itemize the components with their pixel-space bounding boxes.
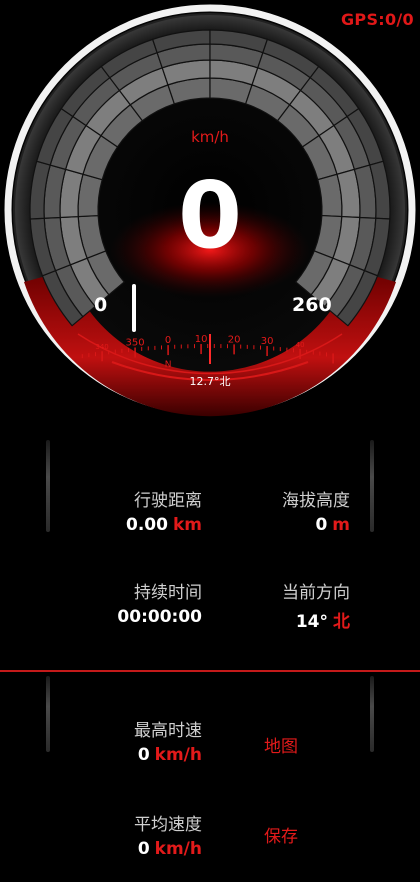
avg-speed-unit: km/h	[154, 839, 202, 859]
max-speed-stat: 最高时速 0 km/h	[134, 716, 202, 765]
right-rail-bottom	[370, 676, 374, 752]
speedometer-app: GPS:0/0 340 350 0 N 10 20 30 40 km/h 0 0…	[0, 0, 420, 882]
altitude-value: 0	[315, 515, 328, 535]
compass-tick-label: 10	[195, 334, 208, 345]
distance-value: 0.00	[126, 515, 168, 535]
direction-stat: 当前方向 14° 北	[282, 578, 350, 632]
duration-stat: 持续时间 00:00:00	[117, 578, 202, 627]
compass-tick-label: 30	[261, 336, 274, 347]
save-button[interactable]: 保存	[264, 822, 298, 847]
section-divider	[0, 670, 420, 672]
direction-value: 14°	[295, 612, 328, 632]
avg-speed-value: 0	[137, 839, 150, 859]
duration-label: 持续时间	[134, 583, 202, 603]
direction-label: 当前方向	[282, 583, 350, 603]
duration-value: 00:00:00	[117, 607, 202, 627]
compass-tick-label: 40	[296, 341, 305, 349]
avg-speed-label: 平均速度	[134, 815, 202, 835]
altitude-unit: m	[332, 515, 350, 535]
left-rail-top	[46, 440, 50, 532]
distance-label: 行驶距离	[134, 491, 202, 511]
speed-value: 0	[177, 162, 242, 269]
compass-north-marker: N	[165, 360, 172, 370]
compass-tick-label: 0	[165, 335, 171, 346]
right-rail-top	[370, 440, 374, 532]
max-speed-unit: km/h	[154, 745, 202, 765]
max-speed-value: 0	[137, 745, 150, 765]
distance-stat: 行驶距离 0.00 km	[126, 486, 202, 535]
altitude-stat: 海拔高度 0m	[282, 486, 350, 535]
compass-tick-label: 340	[95, 343, 108, 351]
left-rail-bottom	[46, 676, 50, 752]
distance-unit: km	[172, 515, 202, 535]
compass-tick-label: 20	[228, 334, 241, 345]
gauge-max-label: 260	[292, 294, 332, 316]
gauge-min-label: 0	[94, 294, 108, 316]
map-button[interactable]: 地图	[264, 732, 298, 757]
speed-unit: km/h	[191, 128, 229, 146]
altitude-label: 海拔高度	[282, 491, 350, 511]
compass-tick-label: 350	[126, 337, 145, 348]
avg-speed-stat: 平均速度 0 km/h	[134, 810, 202, 859]
direction-unit: 北	[333, 612, 350, 632]
heading-readout: 12.7°北	[189, 375, 231, 388]
max-speed-label: 最高时速	[134, 721, 202, 741]
